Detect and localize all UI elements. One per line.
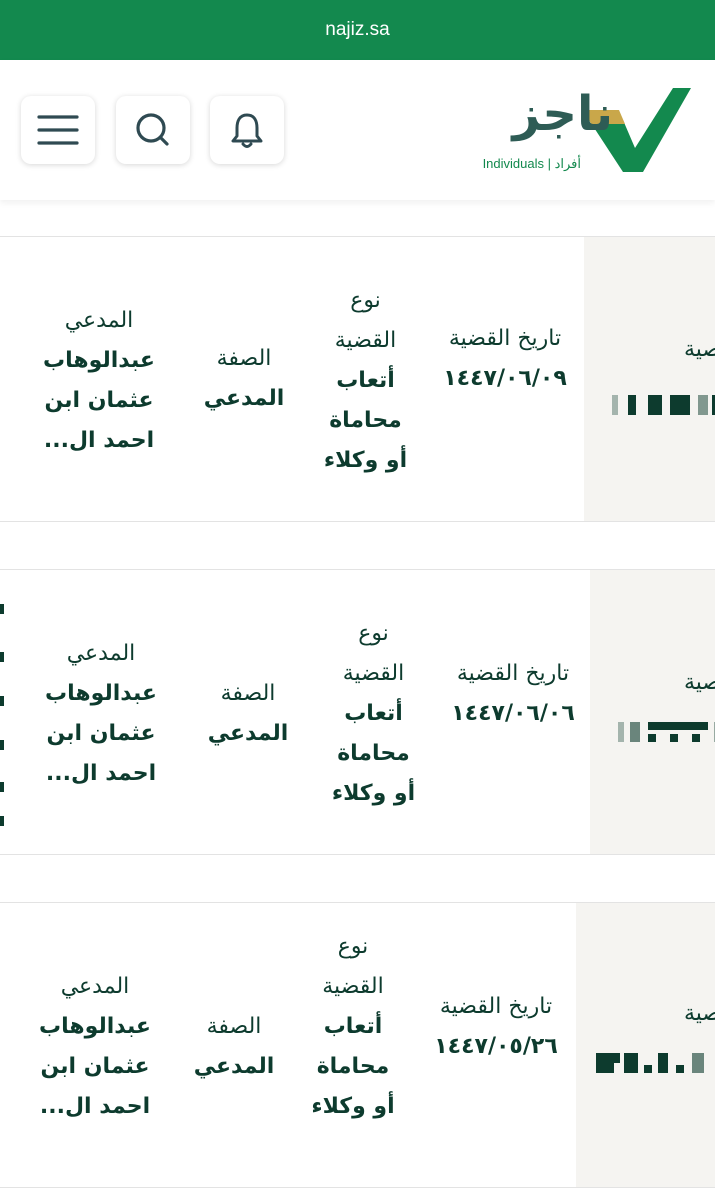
- plaintiff-value: عبدالوهاب عثمان ابن احمد ال...: [39, 1014, 151, 1119]
- plaintiff-value: عبدالوهاب عثمان ابن احمد ال...: [45, 681, 157, 786]
- redacted-case-number: [618, 722, 715, 742]
- plaintiff-value: عبدالوهاب عثمان ابن احمد ال...: [43, 348, 155, 453]
- menu-button[interactable]: [21, 96, 95, 164]
- capacity-value: المدعي: [193, 1054, 275, 1079]
- capacity-value: المدعي: [207, 721, 289, 746]
- capacity-label: الصفة: [220, 681, 276, 706]
- case-type-value: أتعاب محاماة أو وكلاء: [331, 701, 416, 806]
- case-date-col: تاريخ القضية ١٤٤٧/٠٦/٠٩: [440, 319, 570, 399]
- case-type-col: نوع القضية أتعاب محاماة أو وكلاء: [308, 927, 398, 1127]
- case-card[interactable]: صية تاريخ القضية ١٤٤٧/٠٦/٠٦ نوع القضية أ…: [0, 569, 715, 855]
- capacity-label: الصفة: [216, 346, 272, 371]
- case-card[interactable]: صية تاريخ القضية ١٤٤٧/٠٦/٠٩ نوع القضية أ…: [0, 236, 715, 522]
- case-number-label: صية: [684, 337, 715, 362]
- logo-subtitle: Individuals | أفراد: [482, 156, 581, 171]
- capacity-value: المدعي: [203, 386, 285, 411]
- case-number-label: صية: [684, 1001, 715, 1026]
- plaintiff-col: المدعي عبدالوهاب عثمان ابن احمد ال...: [36, 634, 166, 794]
- case-type-col: نوع القضية أتعاب محاماة أو وكلاء: [318, 281, 413, 481]
- clipped-column-edge: [0, 600, 5, 830]
- case-date-col: تاريخ القضية ١٤٤٧/٠٦/٠٦: [448, 654, 578, 734]
- case-number-cell: صية: [590, 570, 715, 854]
- case-date-label: تاريخ القضية: [456, 661, 570, 686]
- redacted-case-number: [612, 395, 715, 415]
- logo-wordmark: ناجز: [512, 86, 614, 142]
- search-button[interactable]: [116, 96, 190, 164]
- notifications-button[interactable]: [210, 96, 284, 164]
- plaintiff-label: المدعي: [66, 641, 136, 666]
- app-header: ناجز Individuals | أفراد: [0, 60, 715, 200]
- url-text: najiz.sa: [325, 19, 390, 40]
- case-type-label: نوع القضية: [342, 621, 405, 686]
- case-date-value: ١٤٤٧/٠٥/٢٦: [434, 1034, 558, 1059]
- case-type-value: أتعاب محاماة أو وكلاء: [311, 1014, 395, 1119]
- case-type-label: نوع القضية: [334, 288, 397, 353]
- case-number-cell: صية: [584, 237, 715, 521]
- plaintiff-col: المدعي عبدالوهاب عثمان ابن احمد ال...: [30, 967, 160, 1127]
- case-date-col: تاريخ القضية ١٤٤٧/٠٥/٢٦: [426, 987, 566, 1067]
- case-card[interactable]: صية تاريخ القضية ١٤٤٧/٠٥/٢٦ نوع القضية أ…: [0, 902, 715, 1188]
- browser-url-bar[interactable]: najiz.sa: [0, 0, 715, 60]
- case-type-value: أتعاب محاماة أو وكلاء: [323, 368, 408, 473]
- capacity-label: الصفة: [206, 1014, 262, 1039]
- case-date-label: تاريخ القضية: [439, 994, 553, 1019]
- najiz-logo[interactable]: ناجز Individuals | أفراد: [473, 84, 693, 179]
- case-date-label: تاريخ القضية: [448, 326, 562, 351]
- case-date-value: ١٤٤٧/٠٦/٠٦: [451, 701, 575, 726]
- plaintiff-col: المدعي عبدالوهاب عثمان ابن احمد ال...: [34, 301, 164, 461]
- case-type-col: نوع القضية أتعاب محاماة أو وكلاء: [326, 614, 421, 814]
- case-date-value: ١٤٤٧/٠٦/٠٩: [443, 366, 567, 391]
- case-number-cell: صية: [576, 903, 715, 1187]
- bell-icon: [231, 113, 263, 148]
- search-icon: [136, 113, 169, 146]
- capacity-col: الصفة المدعي: [190, 1007, 278, 1087]
- hamburger-menu-icon: [37, 115, 79, 145]
- plaintiff-label: المدعي: [64, 308, 134, 333]
- capacity-col: الصفة المدعي: [204, 674, 292, 754]
- redacted-case-number: [596, 1053, 715, 1073]
- case-number-label: صية: [684, 670, 715, 695]
- plaintiff-label: المدعي: [60, 974, 130, 999]
- case-type-label: نوع القضية: [322, 934, 384, 999]
- capacity-col: الصفة المدعي: [200, 339, 288, 419]
